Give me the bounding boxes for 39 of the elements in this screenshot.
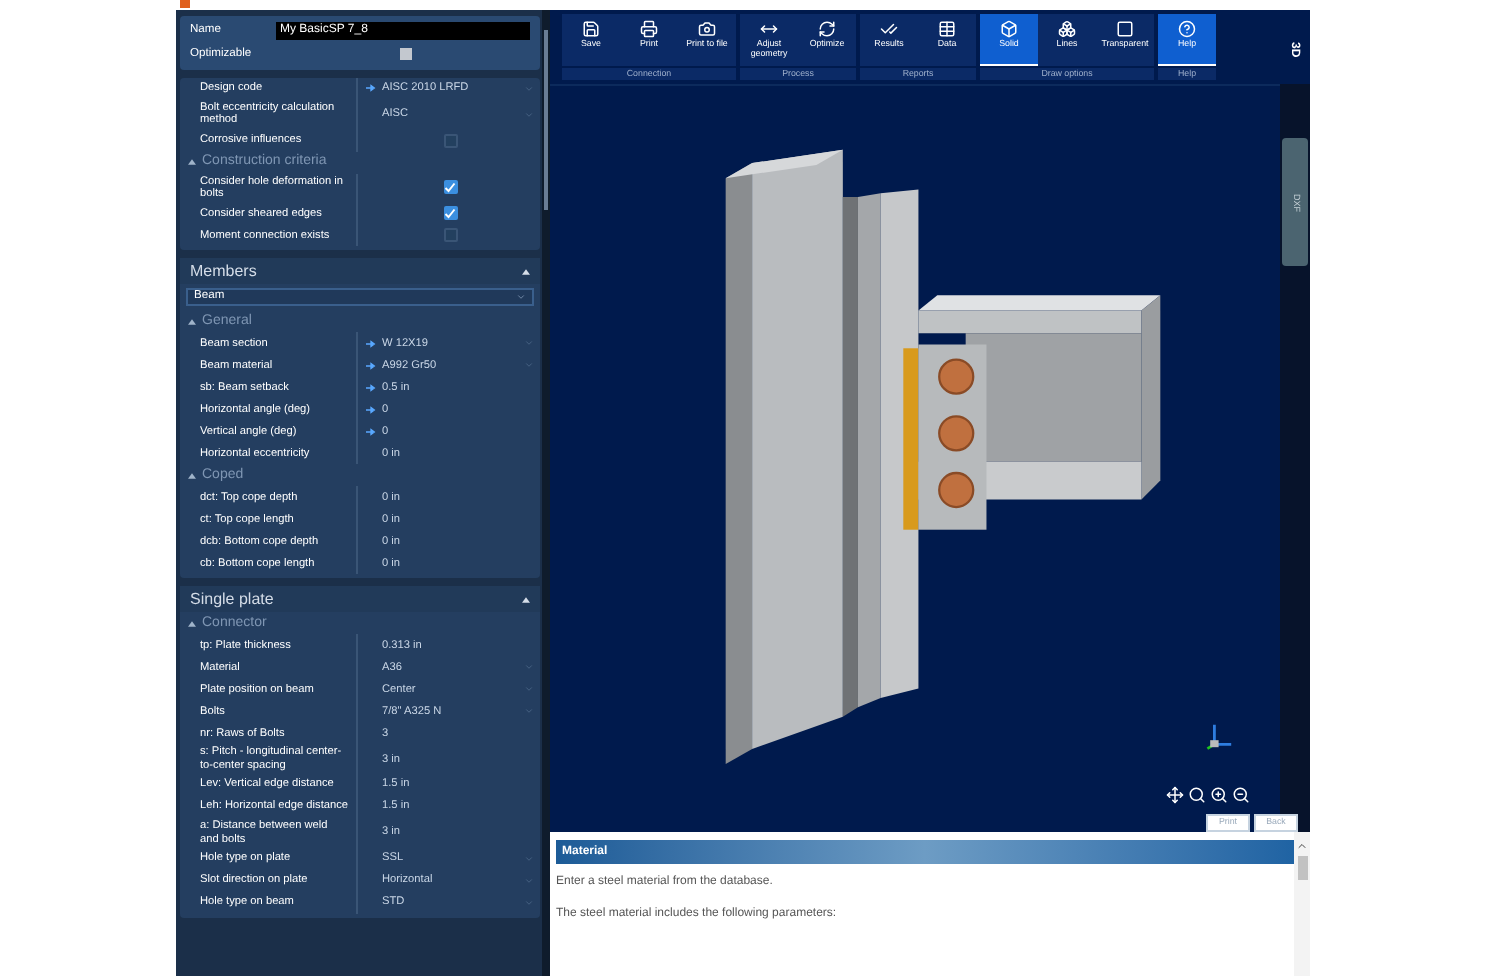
help-scrollbar[interactable]	[1294, 832, 1310, 976]
pan-icon[interactable]	[1166, 786, 1184, 804]
section-title: Members	[190, 259, 257, 284]
scrollbar[interactable]	[542, 10, 550, 976]
link-arrow-icon	[366, 427, 376, 436]
collapse-triangle-icon[interactable]	[188, 158, 196, 166]
link-arrow-icon	[366, 339, 376, 348]
circular-arrow-icon	[818, 20, 836, 38]
arrows-icon	[760, 20, 778, 38]
scroll-up-icon[interactable]	[1296, 840, 1308, 852]
zoom-icon[interactable]	[1188, 786, 1206, 804]
caret-icon	[524, 83, 534, 94]
check-icon	[880, 20, 898, 38]
link-arrow-icon	[366, 84, 376, 93]
scrollbar-thumb[interactable]	[1297, 856, 1307, 880]
cube-icon	[1000, 20, 1018, 38]
collapse-triangle-icon[interactable]	[522, 267, 530, 276]
section-title: Single plate	[190, 587, 274, 612]
axes-icon	[1206, 722, 1234, 750]
link-arrow-icon	[366, 405, 376, 414]
caret-icon	[516, 292, 526, 303]
link-arrow-icon	[366, 383, 376, 392]
scrollbar-thumb[interactable]	[544, 30, 548, 210]
collapse-triangle-icon[interactable]	[188, 471, 196, 480]
zoom-out-icon[interactable]	[1232, 786, 1250, 804]
camera-icon	[698, 20, 716, 38]
collapse-triangle-icon[interactable]	[188, 317, 196, 326]
collapse-triangle-icon[interactable]	[188, 619, 196, 628]
zoom-in-icon[interactable]	[1210, 786, 1228, 804]
link-arrow-icon	[366, 361, 376, 370]
table-icon	[938, 20, 956, 38]
optimizable-checkbox[interactable]	[400, 48, 412, 61]
save-icon	[582, 20, 600, 38]
caret-icon	[524, 109, 534, 120]
question-icon	[1178, 20, 1196, 38]
printer-icon	[640, 20, 658, 38]
square-icon	[1116, 20, 1134, 38]
app-icon	[180, 0, 190, 8]
collapse-triangle-icon[interactable]	[522, 595, 530, 604]
